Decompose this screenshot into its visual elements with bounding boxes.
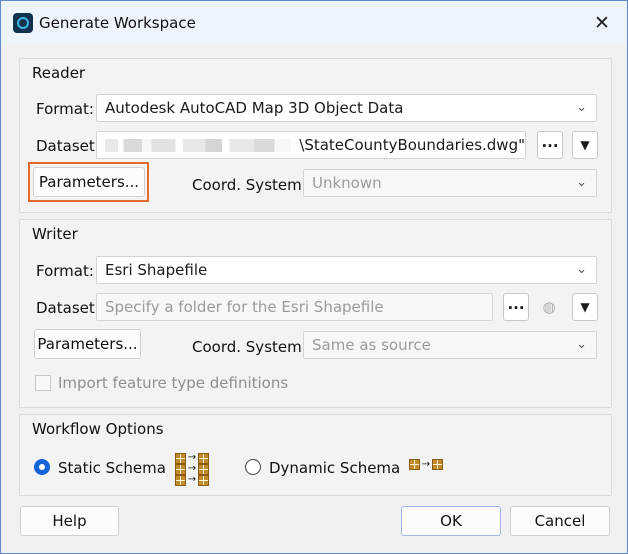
writer-dataset-label: Dataset:	[36, 299, 100, 317]
workflow-heading: Workflow Options	[32, 420, 164, 438]
reader-heading: Reader	[32, 64, 86, 82]
chevron-down-icon: ⌄	[576, 262, 587, 277]
chevron-down-icon: ⌄	[576, 100, 587, 115]
help-button[interactable]: Help	[20, 506, 119, 536]
writer-format-value: Esri Shapefile	[105, 261, 208, 279]
reader-dataset-dropdown-button[interactable]: ▼	[572, 131, 598, 159]
reader-format-label: Format:	[36, 100, 94, 118]
reader-browse-button[interactable]: ...	[537, 131, 563, 159]
writer-format-label: Format:	[36, 262, 94, 280]
reader-dataset-input[interactable]: \StateCountyBoundaries.dwg"	[96, 131, 526, 159]
parameters-highlight-box	[28, 162, 149, 202]
generate-workspace-dialog: Generate Workspace ✕ Reader Format: Auto…	[0, 0, 628, 554]
reader-coord-select[interactable]: Unknown ⌄	[303, 169, 597, 197]
title-bar[interactable]: Generate Workspace ✕	[1, 1, 627, 45]
writer-heading: Writer	[32, 225, 78, 243]
cancel-button[interactable]: Cancel	[510, 506, 610, 536]
import-feature-types-checkbox[interactable]	[35, 375, 51, 391]
writer-connection-icon[interactable]: ◍	[537, 295, 561, 319]
import-feature-types-label: Import feature type definitions	[58, 374, 289, 392]
close-icon[interactable]: ✕	[587, 9, 617, 37]
dynamic-schema-label: Dynamic Schema	[269, 459, 401, 477]
writer-coord-select[interactable]: Same as source ⌄	[303, 331, 597, 359]
workflow-options-group: Workflow Options Static Schema → → → Dyn…	[19, 414, 612, 496]
dynamic-schema-radio[interactable]	[245, 459, 261, 475]
static-schema-radio[interactable]	[34, 459, 50, 475]
dialog-title: Generate Workspace	[39, 14, 196, 32]
static-schema-icon: → → →	[175, 453, 209, 486]
writer-parameters-button[interactable]: Parameters...	[34, 329, 141, 359]
writer-coord-value: Same as source	[312, 336, 431, 354]
writer-dataset-input[interactable]: Specify a folder for the Esri Shapefile	[96, 293, 493, 321]
writer-group: Writer Format: Esri Shapefile ⌄ Dataset:…	[19, 219, 612, 408]
writer-coord-label: Coord. System:	[192, 338, 307, 356]
writer-dataset-placeholder: Specify a folder for the Esri Shapefile	[105, 298, 384, 316]
reader-dataset-label: Dataset:	[36, 137, 100, 155]
chevron-down-icon: ⌄	[576, 337, 587, 352]
reader-dataset-value: \StateCountyBoundaries.dwg"	[299, 136, 525, 154]
blurred-path-segment	[105, 138, 292, 152]
chevron-down-icon: ⌄	[576, 175, 587, 190]
ok-button[interactable]: OK	[401, 506, 501, 536]
dynamic-schema-icon: →	[409, 459, 443, 470]
writer-format-select[interactable]: Esri Shapefile ⌄	[96, 256, 597, 284]
reader-coord-value: Unknown	[312, 174, 382, 192]
reader-format-select[interactable]: Autodesk AutoCAD Map 3D Object Data ⌄	[96, 94, 597, 122]
reader-format-value: Autodesk AutoCAD Map 3D Object Data	[105, 99, 404, 117]
static-schema-label: Static Schema	[58, 459, 166, 477]
fme-app-icon	[13, 13, 33, 33]
writer-dataset-dropdown-button[interactable]: ▼	[572, 293, 598, 321]
writer-browse-button[interactable]: ...	[503, 293, 529, 321]
reader-coord-label: Coord. System:	[192, 176, 307, 194]
